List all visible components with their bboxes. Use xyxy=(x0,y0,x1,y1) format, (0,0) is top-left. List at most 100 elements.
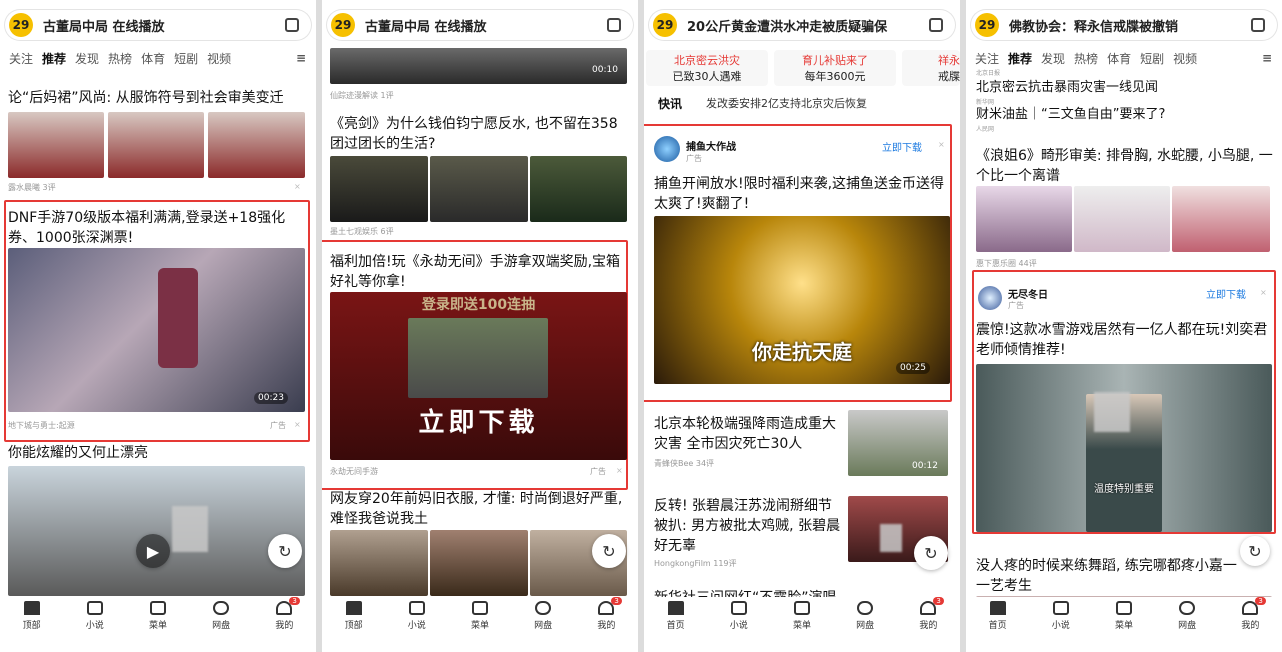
news-title[interactable]: 没人疼的时候来练舞蹈, 练完哪都疼小嘉一一艺考生 xyxy=(976,556,1238,596)
nav-novel[interactable]: 小说 xyxy=(408,597,426,637)
tab-hot[interactable]: 热榜 xyxy=(108,50,132,67)
download-button[interactable]: 立即下载 xyxy=(1206,286,1246,301)
hot-card[interactable]: 北京密云洪灾 已致30人遇难 xyxy=(646,50,768,86)
news-thumbnail[interactable] xyxy=(530,156,627,222)
nav-mine[interactable]: 我的 3 xyxy=(1241,597,1266,637)
ad-title[interactable]: DNF手游70级版本福利满满,登录送+18强化券、1000张深渊票! xyxy=(8,208,306,248)
dismiss-icon[interactable]: × xyxy=(1260,288,1267,297)
refresh-icon[interactable]: ↻ xyxy=(268,534,302,568)
tab-hot[interactable]: 热榜 xyxy=(1074,50,1098,67)
ad-title[interactable]: 捕鱼开闸放水!限时福利来袭,这捕鱼送金币送得太爽了!爽翻了! xyxy=(654,174,950,214)
hot-search-text[interactable]: 20公斤黄金遭洪水冲走被质疑骗保 xyxy=(687,16,929,35)
ad-image[interactable]: 登录即送100连抽 立即下载 xyxy=(330,292,627,460)
tab-sports[interactable]: 体育 xyxy=(141,50,165,67)
tab-discover[interactable]: 发现 xyxy=(1041,50,1065,67)
weather-badge: 29 xyxy=(331,13,355,37)
dismiss-icon[interactable]: × xyxy=(938,140,945,149)
dismiss-icon[interactable]: × xyxy=(616,466,623,475)
tab-video[interactable]: 视频 xyxy=(207,50,231,67)
news-title[interactable]: 财米油盐｜“三文鱼自由”要来了? xyxy=(976,105,1165,125)
news-thumbnail[interactable] xyxy=(330,530,428,596)
tab-video[interactable]: 视频 xyxy=(1173,50,1197,67)
news-thumbnail[interactable] xyxy=(976,186,1072,252)
news-title[interactable]: 《亮剑》为什么钱伯钧宁愿反水, 也不留在358团过团长的生活? xyxy=(330,114,628,154)
ad-title[interactable]: 福利加倍!玩《永劫无间》手游拿双端奖励,宝箱好礼等你拿! xyxy=(330,252,628,292)
refresh-icon[interactable]: ↻ xyxy=(914,536,948,570)
ad-banner-text: 立即下载 xyxy=(418,408,539,438)
tab-drama[interactable]: 短剧 xyxy=(174,50,198,67)
tab-follow[interactable]: 关注 xyxy=(975,50,999,67)
news-title[interactable]: 《浪姐6》畸形审美: 排骨胸, 水蛇腰, 小鸟腿, 一个比一个离谱 xyxy=(976,146,1274,186)
news-title[interactable]: 北京本轮极端强降雨造成重大灾害 全市因灾死亡30人 xyxy=(654,414,838,454)
flash-news[interactable]: 发改委安排2亿支持北京灾后恢复 xyxy=(706,95,867,111)
channel-menu-icon[interactable]: ≡ xyxy=(1262,51,1272,65)
news-title[interactable]: 北京密云抗击暴雨灾害一线见闻 xyxy=(976,78,1158,98)
scan-icon[interactable] xyxy=(929,18,943,32)
video-thumbnail[interactable] xyxy=(8,466,305,596)
nav-menu[interactable]: 菜单 xyxy=(1115,597,1133,637)
hot-search-text[interactable]: 佛教协会：释永信戒牒被撤销 xyxy=(1009,16,1251,35)
search-bar[interactable]: 29 20公斤黄金遭洪水冲走被质疑骗保 xyxy=(649,10,955,40)
tab-recommend[interactable]: 推荐 xyxy=(1008,50,1032,67)
face-blur xyxy=(880,524,902,552)
hot-search-text[interactable]: 古董局中局 在线播放 xyxy=(43,16,285,35)
search-bar[interactable]: 29 古董局中局 在线播放 xyxy=(5,10,311,40)
hot-card[interactable]: 祥永 戒牒 xyxy=(902,50,960,86)
hot-card[interactable]: 育儿补贴来了 每年3600元 xyxy=(774,50,896,86)
nav-home[interactable]: 顶部 xyxy=(345,597,363,637)
news-thumbnail[interactable] xyxy=(1172,186,1270,252)
nav-menu[interactable]: 菜单 xyxy=(793,597,811,637)
nav-novel[interactable]: 小说 xyxy=(1052,597,1070,637)
dismiss-icon[interactable]: × xyxy=(294,420,301,429)
news-title[interactable]: 你能炫耀的又何止漂亮 xyxy=(8,443,306,463)
nav-menu[interactable]: 菜单 xyxy=(149,597,167,637)
nav-home[interactable]: 顶部 xyxy=(23,597,41,637)
tab-sports[interactable]: 体育 xyxy=(1107,50,1131,67)
news-thumbnail[interactable] xyxy=(208,112,305,178)
download-button[interactable]: 立即下载 xyxy=(882,139,922,154)
news-thumbnail[interactable] xyxy=(430,156,528,222)
news-thumbnail[interactable] xyxy=(8,112,104,178)
refresh-icon[interactable]: ↻ xyxy=(592,534,626,568)
nav-cloud[interactable]: 网盘 xyxy=(212,597,230,637)
nav-novel[interactable]: 小说 xyxy=(86,597,104,637)
news-thumbnail[interactable] xyxy=(430,530,528,596)
nav-mine[interactable]: 我的 3 xyxy=(919,597,944,637)
search-bar[interactable]: 29 古董局中局 在线播放 xyxy=(327,10,633,40)
play-icon[interactable]: ▶ xyxy=(136,534,170,568)
news-thumbnail[interactable] xyxy=(330,156,428,222)
tab-recommend[interactable]: 推荐 xyxy=(42,50,66,67)
tab-drama[interactable]: 短剧 xyxy=(1140,50,1164,67)
news-title[interactable]: 网友穿20年前妈旧衣服, 才懂: 时尚倒退好严重, 难怪我爸说我土 xyxy=(330,489,628,529)
nav-menu[interactable]: 菜单 xyxy=(471,597,489,637)
video-thumbnail[interactable] xyxy=(330,48,627,84)
ad-video[interactable] xyxy=(8,248,305,412)
nav-home[interactable]: 首页 xyxy=(667,597,685,637)
nav-mine[interactable]: 我的 3 xyxy=(597,597,622,637)
ad-video[interactable]: 温度特别重要 xyxy=(976,364,1272,532)
nav-home[interactable]: 首页 xyxy=(989,597,1007,637)
scan-icon[interactable] xyxy=(607,18,621,32)
hot-search-text[interactable]: 古董局中局 在线播放 xyxy=(365,16,607,35)
nav-mine[interactable]: 我的 3 xyxy=(275,597,300,637)
nav-cloud[interactable]: 网盘 xyxy=(1178,597,1196,637)
tab-discover[interactable]: 发现 xyxy=(75,50,99,67)
bottom-nav: 顶部 小说 菜单 网盘 我的 3 xyxy=(0,597,316,637)
scan-icon[interactable] xyxy=(1251,18,1265,32)
ad-video[interactable]: 你走抗天庭 xyxy=(654,216,950,384)
ad-title[interactable]: 震惊!这款冰雪游戏居然有一亿人都在玩!刘奕君老师倾情推荐! xyxy=(976,320,1272,360)
tab-follow[interactable]: 关注 xyxy=(9,50,33,67)
nav-cloud[interactable]: 网盘 xyxy=(534,597,552,637)
scan-icon[interactable] xyxy=(285,18,299,32)
nav-cloud[interactable]: 网盘 xyxy=(856,597,874,637)
news-thumbnail[interactable] xyxy=(108,112,204,178)
news-title[interactable]: 反转! 张碧晨汪苏泷闹掰细节被扒: 男方被批太鸡贼, 张碧晨好无辜 xyxy=(654,496,844,556)
channel-menu-icon[interactable]: ≡ xyxy=(296,51,306,65)
dismiss-icon[interactable]: × xyxy=(294,182,301,191)
search-bar[interactable]: 29 佛教协会：释永信戒牒被撤销 xyxy=(971,10,1277,40)
news-title[interactable]: 论“后妈裙”风尚: 从服饰符号到社会审美变迁 xyxy=(8,88,308,108)
nav-novel[interactable]: 小说 xyxy=(730,597,748,637)
refresh-icon[interactable]: ↻ xyxy=(1240,536,1270,566)
menu-icon xyxy=(793,601,810,615)
news-thumbnail[interactable] xyxy=(1074,186,1170,252)
